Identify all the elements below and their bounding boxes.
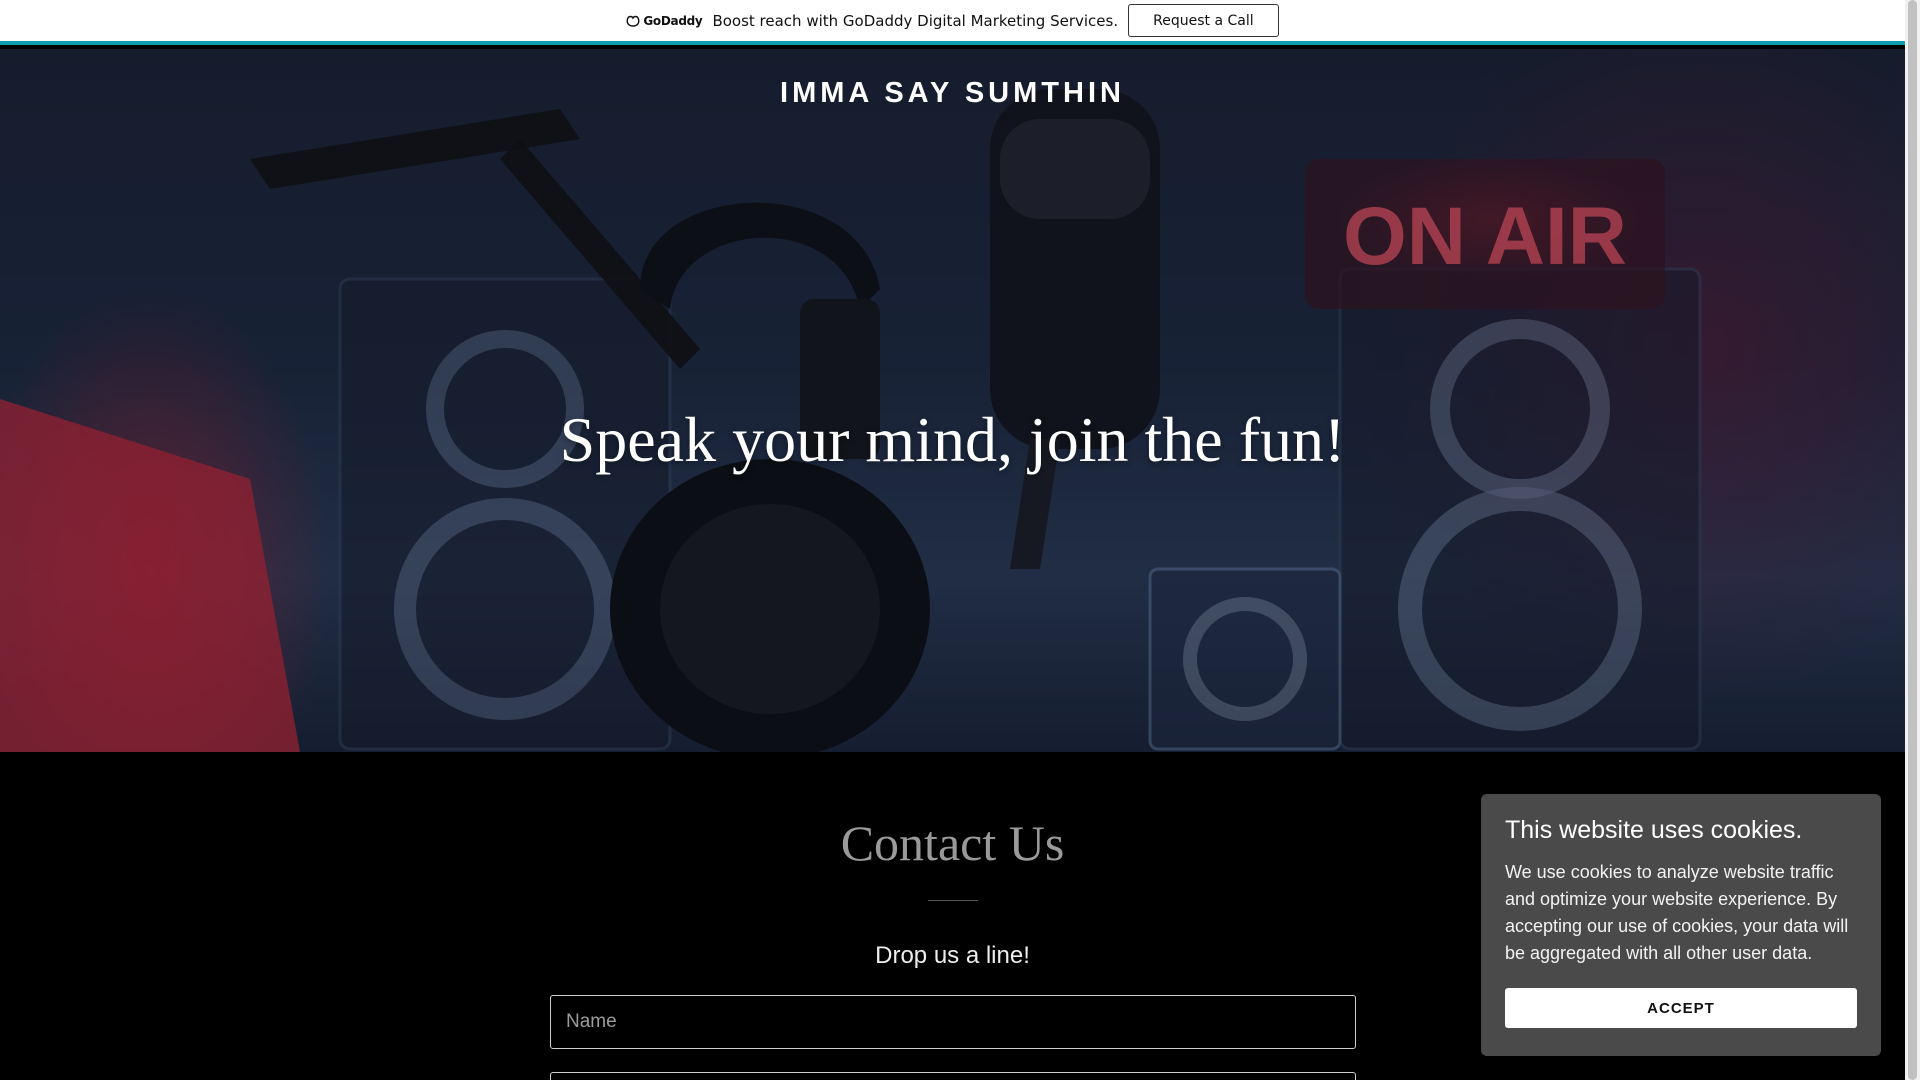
godaddy-icon — [626, 15, 640, 27]
cookie-title: This website uses cookies. — [1505, 816, 1803, 844]
accept-cookies-button[interactable]: ACCEPT — [1505, 988, 1857, 1028]
cookie-consent-dialog: This website uses cookies. We use cookie… — [1481, 794, 1881, 1056]
hero-section: ON AIR IMMA SAY SUMTHIN Speak your mind,… — [0, 49, 1905, 752]
page-scrollbar[interactable] — [1905, 0, 1920, 1080]
promo-banner: GoDaddy Boost reach with GoDaddy Digital… — [0, 0, 1905, 45]
title-divider — [928, 900, 978, 901]
site-title[interactable]: IMMA SAY SUMTHIN — [0, 77, 1905, 110]
hero-tagline: Speak your mind, join the fun! — [559, 404, 1346, 475]
email-input[interactable] — [550, 1072, 1356, 1080]
cookie-message: We use cookies to analyze website traffi… — [1505, 862, 1849, 963]
name-input[interactable] — [550, 995, 1356, 1049]
request-call-button[interactable]: Request a Call — [1128, 4, 1279, 37]
scrollbar-thumb[interactable] — [1908, 0, 1917, 1080]
hero-overlay — [0, 49, 1905, 752]
promo-text: Boost reach with GoDaddy Digital Marketi… — [712, 11, 1119, 30]
godaddy-wordmark: GoDaddy — [643, 13, 703, 28]
godaddy-logo: GoDaddy — [626, 13, 703, 28]
